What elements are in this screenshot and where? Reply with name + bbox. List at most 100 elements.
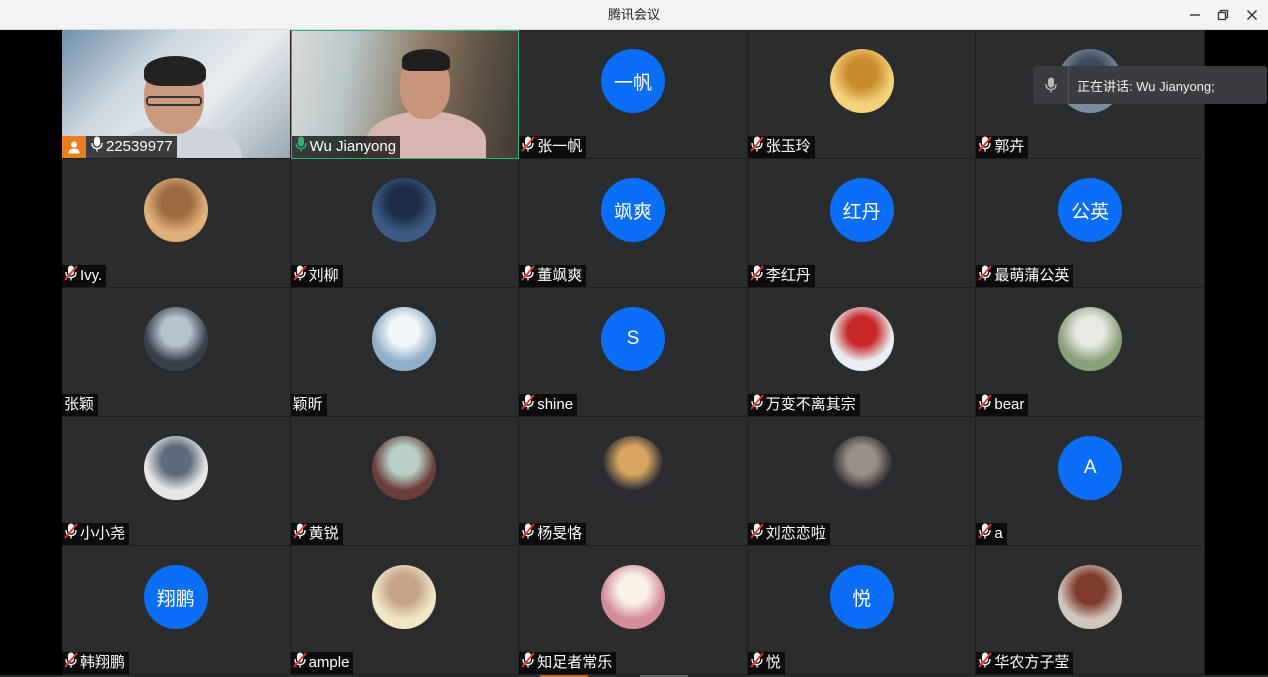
host-icon [62,136,86,158]
mic-muted-icon [292,264,307,288]
participant-tile[interactable]: 张玉玲 [747,30,977,159]
avatar-image [1058,307,1123,371]
avatar-image [829,307,894,371]
mic-muted-icon [292,651,307,675]
microphone-icon [1033,66,1069,104]
avatar-initials: 飒爽 [600,178,665,242]
participant-tile[interactable]: ample [290,546,520,675]
participant-tile[interactable]: 张颖 [62,288,291,417]
mic-muted-icon [292,522,307,546]
participant-tile[interactable]: 黄锐 [290,417,520,546]
participant-name: 知足者常乐 [537,654,613,671]
participant-tile[interactable]: 红丹 李红丹 [747,159,977,288]
participant-name: Ivy. [80,267,103,284]
avatar-initials: 一帆 [600,49,665,113]
participant-tile[interactable]: Ivy. [62,159,291,288]
speaking-text: 正在讲话: Wu Jianyong; [1077,78,1215,94]
participant-tile[interactable]: 刘恋恋啦 [747,417,977,546]
participant-name: a [994,525,1003,542]
mic-muted-icon [64,264,78,288]
participant-tile[interactable]: 一帆 张一帆 [519,30,748,159]
mic-muted-icon [521,393,535,417]
participant-name-tag: 张一帆 [519,135,587,158]
participant-tile[interactable]: 翔鹏 韩翔鹏 [62,546,291,675]
participant-name: 董飒爽 [537,267,583,284]
participant-name-tag: a [976,522,1007,545]
participant-name: 小小尧 [80,525,126,542]
participant-name-tag: 张玉玲 [747,135,815,159]
avatar-image [143,307,208,371]
participant-name: Wu Jianyong [309,138,397,155]
participant-tile[interactable]: 悦悦 [747,546,977,675]
participant-name-tag: shine [519,393,578,417]
avatar-initials: S [600,307,665,371]
avatar-initials: A [1058,436,1123,500]
avatar-image [1058,565,1123,629]
mic-icon [294,136,308,159]
participant-name-tag: Ivy. [62,264,107,288]
video-tile[interactable]: 22539977 [62,30,291,159]
window-title: 腾讯会议 [607,7,660,22]
participant-name: ample [308,654,350,671]
mic-muted-icon [978,135,993,159]
participant-name-tag: 李红丹 [747,264,815,288]
participant-name-tag: 刘柳 [290,264,343,288]
title-bar: 腾讯会议 [0,0,1268,30]
video-tile[interactable]: Wu Jianyong [290,30,520,159]
participant-name: 刘柳 [308,267,339,284]
participant-name-tag: 韩翔鹏 [62,651,130,674]
mic-muted-icon [521,264,535,288]
participant-tile[interactable]: 知足者常乐 [519,546,748,675]
mic-muted-icon [750,264,764,288]
participant-name-tag: 郭卉 [976,135,1029,159]
participant-tile[interactable]: Aa [976,417,1205,546]
mic-icon [90,136,104,159]
participant-name-tag: 最萌蒲公英 [976,264,1074,288]
video-feed-shape [144,56,206,86]
avatar-image [372,307,437,371]
participant-name: bear [994,396,1025,413]
participant-name-tag: ample [290,651,354,675]
participant-name-tag: Wu Jianyong [291,136,401,159]
participant-name-tag: 颖昕 [290,394,327,416]
avatar-image [372,178,437,242]
video-feed-shape [401,49,450,71]
mic-muted-icon [521,651,535,675]
mic-muted-icon [750,651,764,675]
participant-tile[interactable]: 公英最萌蒲公英 [976,159,1205,288]
participant-tile[interactable]: 飒爽董飒爽 [519,159,748,288]
participant-name-tag: 22539977 [62,136,177,158]
participant-name: 张颖 [64,396,95,413]
participant-tile[interactable]: 杨旻恪 [519,417,748,546]
mic-muted-icon [978,651,993,675]
restore-button[interactable] [1208,0,1238,30]
participant-name-tag: 华农方子莹 [976,651,1074,675]
participant-tile[interactable]: 万变不离其宗 [747,288,977,417]
avatar-image [372,565,437,629]
mic-muted-icon [750,135,764,159]
avatar-image [829,436,894,500]
participant-name: 最萌蒲公英 [994,267,1070,284]
participant-tile[interactable]: 颖昕 [290,288,520,417]
participant-name-tag: 杨旻恪 [519,522,587,545]
participant-name: 韩翔鹏 [80,654,126,671]
close-button[interactable] [1237,0,1267,30]
participant-name: 华农方子莹 [994,654,1070,671]
participant-name-tag: 董飒爽 [519,264,587,288]
participant-tile[interactable]: 华农方子莹 [976,546,1205,675]
minimize-button[interactable] [1180,0,1210,30]
mic-muted-icon [978,264,993,288]
avatar-image [600,436,665,500]
meeting-stage: 22539977 Wu Jianyong 一帆 张一帆 张玉玲 郭卉 Ivy. 刘柳 飒爽 董飒爽… [0,30,1268,677]
participant-tile[interactable]: 刘柳 [290,159,520,288]
participant-name: 颖昕 [292,396,323,413]
avatar-initials: 公英 [1058,178,1123,242]
participant-name: 悦 [765,654,781,671]
participant-name: 万变不离其宗 [765,396,856,413]
participant-tile[interactable]: Sshine [519,288,748,417]
avatar-image [143,178,208,242]
participant-tile[interactable]: bear [976,288,1205,417]
participant-name: 张玉玲 [765,138,811,155]
participant-name: 22539977 [106,138,173,155]
participant-tile[interactable]: 小小尧 [62,417,291,546]
